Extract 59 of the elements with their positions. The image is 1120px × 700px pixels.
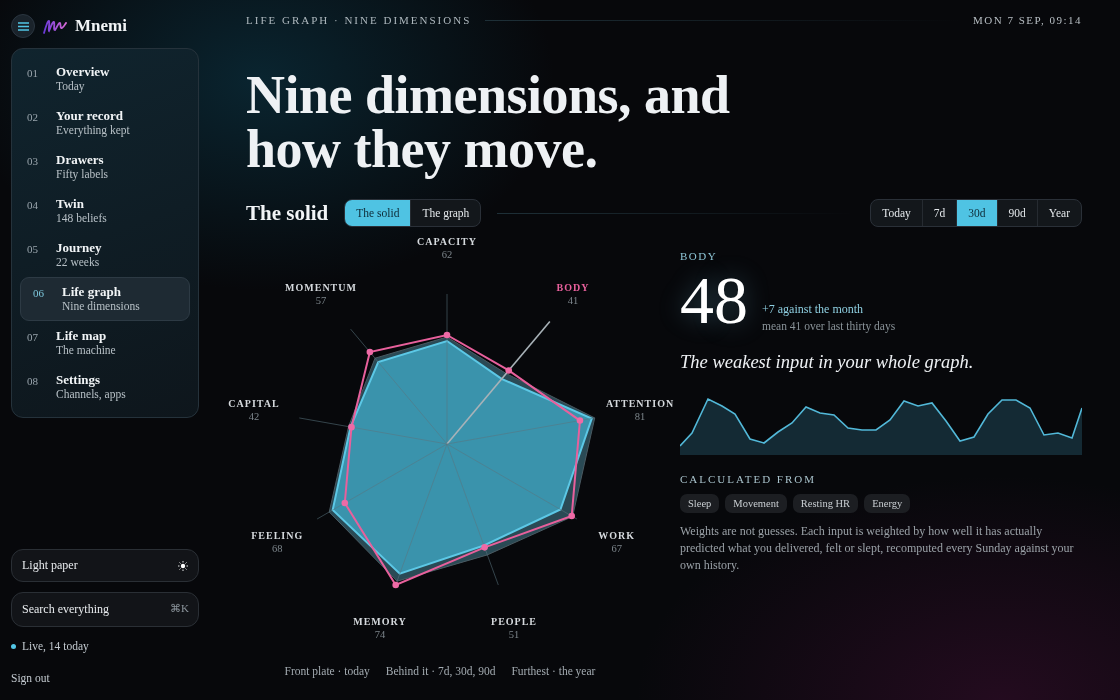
section-title: The solid xyxy=(246,200,329,226)
source-tag: Movement xyxy=(725,494,787,513)
source-tag: Resting HR xyxy=(792,494,859,513)
legend-item: Front plate · today xyxy=(284,665,370,677)
source-tag: Sleep xyxy=(680,494,720,513)
note: Weights are not guesses. Each input is weighted by how well it has actually predicted what you delivered, felt or slept, recomputed every Sunday against your own history. xyxy=(680,523,1075,574)
dimension-value: 81 xyxy=(634,410,646,422)
nav-item[interactable]: 08 Settings Channels, apps xyxy=(16,365,194,409)
range-tab[interactable]: Year xyxy=(1037,200,1081,226)
nav-item[interactable]: 01 Overview Today xyxy=(16,57,194,101)
dimension-name: CAPACITY xyxy=(417,236,477,247)
source-tag: Energy xyxy=(864,494,911,513)
dimension-name: ATTENTION xyxy=(605,397,675,409)
dimension-value: 42 xyxy=(248,410,260,422)
dimension-value: 41 xyxy=(567,294,579,306)
dimension-value: 51 xyxy=(508,629,520,641)
dimension-name: CAPITAL xyxy=(228,397,280,409)
range-tab[interactable]: 30d xyxy=(957,200,998,226)
dimension-value: 74 xyxy=(374,629,386,641)
menu-icon xyxy=(17,21,29,31)
app-name: Mnemi xyxy=(75,16,127,36)
sun-icon xyxy=(178,560,188,571)
date-time: MON 7 SEP, 09:14 xyxy=(973,14,1082,26)
nav-item[interactable]: 02 Your record Everything kept xyxy=(16,101,194,145)
dimension-name: BODY xyxy=(556,281,590,293)
score-delta: +7 against the month xyxy=(762,302,865,317)
legend-item: Behind it · 7d, 30d, 90d xyxy=(385,665,496,677)
nav-item[interactable]: 03 Drawers Fifty labels xyxy=(16,145,194,189)
nav-item[interactable]: 07 Life map The machine xyxy=(16,321,194,365)
dimension-value: 67 xyxy=(611,543,622,554)
dimension-name: WORK xyxy=(598,530,636,541)
dimension-name: FEELING xyxy=(251,530,304,541)
dimension-name: MEMORY xyxy=(353,616,407,628)
nav-item[interactable]: 05 Journey 22 weeks xyxy=(16,233,194,277)
score: 48 xyxy=(680,264,748,336)
breadcrumb: LIFE GRAPH · NINE DIMENSIONS xyxy=(246,14,472,26)
dimension-name: MOMENTUM xyxy=(285,281,357,293)
range-tab[interactable]: Today xyxy=(871,200,923,226)
range-tab[interactable]: 90d xyxy=(997,200,1038,226)
view-tab[interactable]: The solid xyxy=(345,200,412,226)
nav-item[interactable]: 06 Life graph Nine dimensions xyxy=(20,277,190,321)
score-mean: mean 41 over last thirty days xyxy=(762,320,896,332)
sign-out-link[interactable]: Sign out xyxy=(11,672,50,684)
detail-label: BODY xyxy=(680,250,719,262)
shortcut-hint: ⌘K xyxy=(170,602,189,615)
menu-button[interactable] xyxy=(11,14,35,38)
live-dot xyxy=(11,643,16,649)
live-status: Live, 14 today xyxy=(22,640,89,652)
sources-title: CALCULATED FROM xyxy=(680,473,818,485)
verdict: The weakest input in your whole graph. xyxy=(680,352,975,373)
dimension-value: 68 xyxy=(272,543,283,554)
dimension-value: 62 xyxy=(441,249,453,260)
nav-item[interactable]: 04 Twin 148 beliefs xyxy=(16,189,194,233)
logo-icon xyxy=(43,18,67,34)
dimension-name: PEOPLE xyxy=(491,616,538,628)
theme-button[interactable]: Light paper xyxy=(11,549,199,582)
view-tab[interactable]: The graph xyxy=(411,200,481,226)
legend-item: Furthest · the year xyxy=(511,665,596,677)
dimension-value: 57 xyxy=(315,294,327,306)
